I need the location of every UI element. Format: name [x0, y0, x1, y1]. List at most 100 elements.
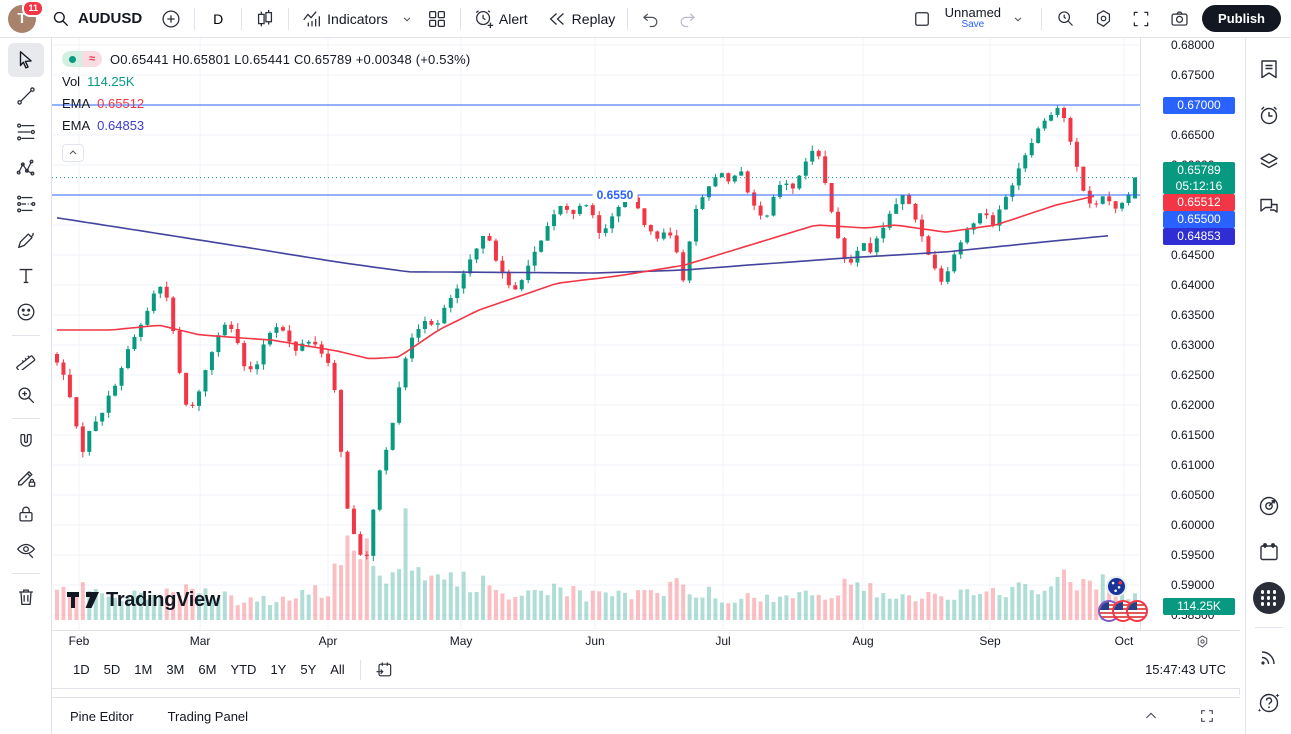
volume-bar	[487, 586, 491, 620]
user-menu[interactable]: T 11	[8, 5, 36, 33]
price-axis-label: 0.68000	[1171, 38, 1214, 52]
range-button-5y[interactable]: 5Y	[293, 658, 323, 681]
replay-button[interactable]: Replay	[542, 4, 620, 34]
candle	[191, 405, 195, 406]
screenshot-button[interactable]	[1164, 4, 1194, 34]
price-axis[interactable]: 0.680000.675000.670000.665000.660000.655…	[1140, 38, 1240, 630]
notification-badge: 11	[22, 0, 44, 17]
layout-select-button[interactable]	[907, 4, 937, 34]
layout-menu-chevron[interactable]	[1003, 4, 1033, 34]
symbol-name[interactable]: AUDUSD	[78, 10, 142, 27]
range-button-5d[interactable]: 5D	[97, 658, 128, 681]
chat-bubbles-icon	[1257, 195, 1281, 219]
legend-collapse-button[interactable]	[62, 144, 84, 162]
fullscreen-button[interactable]	[1126, 4, 1156, 34]
candlestick-icon	[254, 8, 276, 30]
indicators-dropdown-chevron[interactable]	[392, 4, 422, 34]
au-flag-event-icon[interactable]	[1106, 576, 1127, 597]
range-button-6m[interactable]: 6M	[191, 658, 223, 681]
candle	[810, 151, 814, 162]
clock-utc[interactable]: 15:47:43 UTC	[1145, 662, 1226, 677]
calendar-button[interactable]	[1251, 534, 1287, 570]
help-button[interactable]	[1251, 685, 1287, 721]
candle	[1068, 118, 1072, 142]
hotlists-button[interactable]	[1251, 488, 1287, 524]
zoom-in-icon	[15, 384, 37, 406]
measure-tool[interactable]	[8, 342, 44, 376]
zoom-in-tool[interactable]	[8, 378, 44, 412]
go-to-date-button[interactable]	[369, 655, 399, 685]
interval-button[interactable]: D	[203, 4, 233, 34]
time-axis[interactable]: FebMarAprMayJunJulAugSepOct	[52, 630, 1240, 651]
trend-line-icon	[15, 85, 37, 107]
toolbar-divider	[288, 8, 289, 30]
horizontal-line-price-label[interactable]: 0.6550	[593, 188, 638, 202]
symbol-legend-row[interactable]: ≈ O0.65441 H0.65801 L0.65441 C0.65789 +0…	[62, 48, 470, 70]
range-button-1y[interactable]: 1Y	[263, 658, 293, 681]
symbol-search[interactable]: AUDUSD	[46, 4, 142, 34]
object-tree-button[interactable]	[1251, 143, 1287, 179]
volume-bar	[668, 582, 672, 620]
candle	[94, 422, 98, 431]
panel-expand-up-button[interactable]	[1136, 701, 1166, 731]
publish-button[interactable]: Publish	[1202, 5, 1281, 32]
candle	[862, 243, 866, 251]
redo-button[interactable]	[672, 4, 702, 34]
volume-bar	[371, 566, 375, 620]
ema-fast-legend-row[interactable]: EMA 0.65512	[62, 92, 470, 114]
settings-button[interactable]	[1088, 4, 1118, 34]
volume-bar	[972, 595, 976, 620]
range-button-ytd[interactable]: YTD	[223, 658, 263, 681]
cursor-tool[interactable]	[8, 43, 44, 77]
remove-drawings-tool[interactable]	[8, 580, 44, 614]
layout-name[interactable]: Unnamed Save	[945, 6, 1001, 30]
us-flag-event-icon[interactable]	[1126, 600, 1148, 622]
range-button-1m[interactable]: 1M	[127, 658, 159, 681]
undo-button[interactable]	[636, 4, 666, 34]
indicator-templates-button[interactable]	[422, 4, 452, 34]
chat-button[interactable]	[1251, 189, 1287, 225]
volume-bar	[675, 578, 679, 620]
candle	[384, 450, 388, 471]
range-button-all[interactable]: All	[323, 658, 351, 681]
volume-bar	[507, 600, 511, 620]
candle	[720, 173, 724, 177]
ema_fast-line[interactable]	[57, 196, 1094, 358]
gear-icon	[1093, 8, 1114, 29]
volume-bar	[1056, 577, 1060, 620]
forecast-position-tool[interactable]	[8, 187, 44, 221]
ema-slow-legend-row[interactable]: EMA 0.64853	[62, 114, 470, 136]
alerts-panel-button[interactable]	[1251, 97, 1287, 133]
save-link[interactable]: Save	[961, 20, 984, 31]
ema_slow-line[interactable]	[57, 218, 1108, 273]
alert-button[interactable]: Alert	[469, 4, 532, 34]
range-button-1d[interactable]: 1D	[66, 658, 97, 681]
hide-all-drawings-tool[interactable]	[8, 533, 44, 567]
quick-search-button[interactable]	[1050, 4, 1080, 34]
indicators-button[interactable]: Indicators	[297, 4, 392, 34]
fib-retracement-tool[interactable]	[8, 115, 44, 149]
trend-line-tool[interactable]	[8, 79, 44, 113]
volume-legend-row[interactable]: Vol 114.25K	[62, 70, 470, 92]
trading-panel-tab[interactable]: Trading Panel	[168, 709, 248, 724]
xabcd-pattern-icon	[15, 157, 37, 179]
lock-all-drawings-tool[interactable]	[8, 497, 44, 531]
magnet-mode-tool[interactable]	[8, 425, 44, 459]
drawing-mode-lock-tool[interactable]	[8, 461, 44, 495]
market-status-pill[interactable]: ≈	[62, 51, 102, 67]
candle	[546, 226, 550, 241]
panel-maximize-button[interactable]	[1192, 701, 1222, 731]
emoji-tool[interactable]	[8, 295, 44, 329]
pine-editor-tab[interactable]: Pine Editor	[70, 709, 134, 724]
candle	[701, 197, 705, 209]
volume-bar	[494, 590, 498, 620]
apps-menu-button[interactable]	[1251, 580, 1287, 616]
text-tool[interactable]	[8, 259, 44, 293]
range-button-3m[interactable]: 3M	[159, 658, 191, 681]
pattern-tool[interactable]	[8, 151, 44, 185]
compare-add-symbol-button[interactable]	[156, 4, 186, 34]
brush-tool[interactable]	[8, 223, 44, 257]
watchlist-button[interactable]	[1251, 51, 1287, 87]
chart-style-button[interactable]	[250, 4, 280, 34]
streams-button[interactable]	[1251, 639, 1287, 675]
